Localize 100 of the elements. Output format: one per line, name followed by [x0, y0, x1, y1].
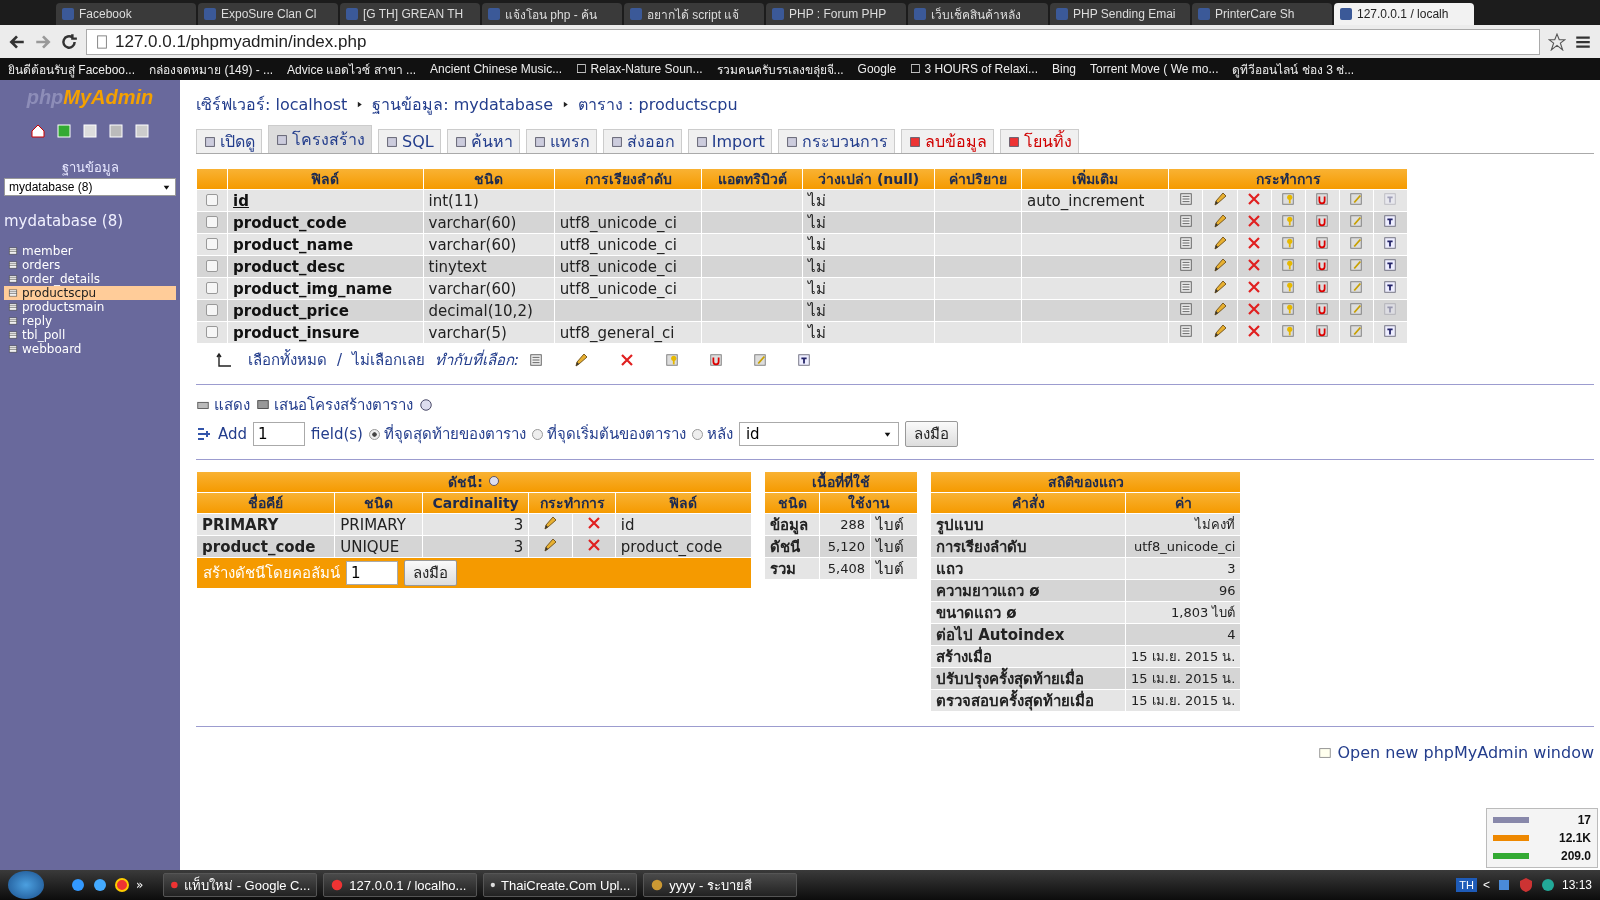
tab-icon — [1006, 134, 1021, 149]
language-indicator[interactable]: TH — [1456, 878, 1477, 892]
fulltext-icon — [797, 353, 812, 367]
sidebar-table-item[interactable]: reply — [4, 314, 176, 328]
tab[interactable]: ส่งออก — [602, 129, 682, 153]
tab[interactable]: กระบวนการ — [777, 129, 895, 153]
bookmark[interactable]: ดูทีวีออนไลน์ ช่อง 3 ช่... — [1232, 59, 1355, 79]
clock: 13:13 — [1561, 878, 1592, 892]
print-link[interactable]: แสดง — [196, 393, 250, 417]
tab[interactable]: โครงสร้าง — [268, 125, 372, 153]
table-cell: 1,803 ไบต์ — [1126, 602, 1241, 623]
breadcrumb-link[interactable]: ฐานข้อมูล: mydatabase — [372, 92, 553, 117]
browser-tab[interactable]: อยากได้ script แจ้ — [624, 3, 764, 25]
sidebar-table-item[interactable]: productscpu — [4, 286, 176, 300]
address-bar[interactable]: 127.0.0.1/phpmyadmin/index.php — [86, 28, 1540, 55]
app-icon — [650, 878, 665, 892]
browser-tab[interactable]: เว็บเช็คสินค้าหลัง — [908, 3, 1048, 25]
row-checkbox[interactable] — [206, 260, 219, 272]
column-header: ชนิด — [765, 493, 819, 513]
taskbar-item[interactable]: 127.0.0.1 / localho... — [323, 873, 478, 897]
column-header: ใช้งาน — [820, 493, 917, 513]
taskbar-item[interactable]: ThaiCreate.Com Upl... — [483, 873, 638, 897]
bookmark[interactable]: รวมคนครับรรเลงขลุ่ยจี... — [716, 59, 844, 79]
select-none-link[interactable]: ไม่เลือกเลย — [352, 348, 426, 372]
breadcrumb-link[interactable]: เซิร์ฟเวอร์: localhost — [196, 92, 348, 117]
more-button[interactable]: » — [136, 878, 144, 892]
sidebar-table-item[interactable]: tbl_poll — [4, 328, 176, 342]
browser-tab[interactable]: 127.0.0.1 / localh — [1334, 3, 1474, 25]
row-checkbox[interactable] — [206, 194, 219, 206]
taskbar-item[interactable]: แท็บใหม่ - Google C... — [163, 873, 318, 897]
start-button[interactable] — [8, 871, 44, 899]
browser-tab[interactable]: แจ้งโอน php - ค้น — [482, 3, 622, 25]
bookmark[interactable]: ☐ 3 HOURS of Relaxi... — [910, 62, 1038, 76]
table-cell: ไม่ — [803, 234, 934, 255]
favicon-icon — [1198, 8, 1210, 20]
browser-tab[interactable]: PHP : Forum PHP — [766, 3, 906, 25]
table-icon — [8, 260, 18, 270]
breadcrumb-link[interactable]: ตาราง : productscpu — [578, 92, 738, 117]
tab-icon — [385, 134, 399, 149]
sidebar-table-item[interactable]: productsmain — [4, 300, 176, 314]
browser-tab[interactable]: PHP Sending Emai — [1050, 3, 1190, 25]
column-count-input[interactable]: 1 — [346, 561, 398, 585]
sidebar-table-item[interactable]: order_details — [4, 272, 176, 286]
table-cell: ไบต์ — [871, 514, 917, 535]
table-cell: 15 เม.ย. 2015 น. — [1126, 690, 1241, 711]
select-all-link[interactable]: เลือกทั้งหมด — [248, 348, 327, 372]
row-checkbox[interactable] — [206, 216, 219, 228]
key-icon — [665, 353, 680, 367]
browser-tab[interactable]: Facebook — [56, 3, 196, 25]
sidebar-table-item[interactable]: webboard — [4, 342, 176, 356]
radio-label: ที่จุดเริ่มต้นของตาราง — [546, 423, 686, 446]
go-button[interactable]: ลงมือ — [904, 421, 958, 447]
row-checkbox[interactable] — [206, 304, 219, 316]
field-count-input[interactable]: 1 — [253, 422, 306, 446]
tab[interactable]: SQL — [378, 129, 441, 153]
table-cell: utf8_unicode_ci — [554, 256, 702, 277]
cross-icon — [1246, 300, 1263, 317]
tab[interactable]: แทรก — [525, 129, 597, 153]
bookmark[interactable]: Ancient Chinese Music... — [430, 62, 563, 76]
table-cell: product_code — [615, 536, 751, 557]
row-checkbox[interactable] — [206, 238, 219, 250]
tab[interactable]: ลบข้อมูล — [900, 129, 994, 153]
database-title[interactable]: mydatabase (8) — [4, 212, 176, 230]
index-icon — [753, 353, 768, 367]
radio-button[interactable] — [691, 428, 703, 440]
fulltext-icon — [1383, 214, 1398, 228]
database-select[interactable]: mydatabase (8) — [4, 178, 176, 196]
taskbar-item[interactable]: yyyy - ระบายสี — [643, 873, 798, 897]
radio-button[interactable] — [368, 428, 380, 440]
go-button[interactable]: ลงมือ — [404, 560, 457, 586]
bookmark[interactable]: Advice แอดไวซ์ สาขา ... — [287, 59, 417, 79]
create-index-label: สร้างดัชนีโดยคอลัมน์ — [203, 563, 340, 584]
row-checkbox[interactable] — [206, 326, 219, 338]
bookmark[interactable]: Google — [857, 62, 897, 76]
sidebar-table-item[interactable]: orders — [4, 258, 176, 272]
column-header: แอตทริบิวต์ — [702, 169, 803, 189]
bookmark[interactable]: ☐ Relax-Nature Soun... — [576, 62, 703, 76]
tray-expand[interactable]: < — [1482, 878, 1490, 892]
bookmark[interactable]: Torrent Move ( We mo... — [1090, 62, 1219, 76]
tab[interactable]: ค้นหา — [446, 129, 520, 153]
field-name: product_desc — [233, 257, 346, 276]
browser-tab[interactable]: [G TH] GREAN TH — [340, 3, 480, 25]
pencil-icon — [1211, 278, 1228, 295]
after-field-select[interactable]: id — [738, 422, 899, 446]
reload-icon — [60, 32, 78, 51]
bookmark[interactable]: Bing — [1051, 62, 1076, 76]
open-window-link[interactable]: Open new phpMyAdmin window — [1317, 743, 1594, 762]
browser-tab[interactable]: PrinterCare Sh — [1192, 3, 1332, 25]
tab[interactable]: เปิดดู — [196, 129, 262, 153]
browser-tab[interactable]: ExpoSure Clan Cl — [198, 3, 338, 25]
tab[interactable]: โยนทิ้ง — [999, 129, 1079, 153]
bookmark[interactable]: กล่องจดหมาย (149) - ... — [149, 59, 274, 79]
sidebar-table-item[interactable]: member — [4, 244, 176, 258]
radio-button[interactable] — [531, 428, 543, 440]
tab[interactable]: Import — [687, 129, 772, 153]
bookmark[interactable]: ยินดีต้อนรับสู่ Faceboo... — [8, 59, 136, 79]
row-checkbox[interactable] — [206, 282, 219, 294]
table-cell: 96 — [1126, 580, 1241, 601]
table-cell: varchar(5) — [423, 322, 554, 343]
propose-structure-link[interactable]: เสนอโครงสร้างตาราง — [256, 393, 413, 417]
